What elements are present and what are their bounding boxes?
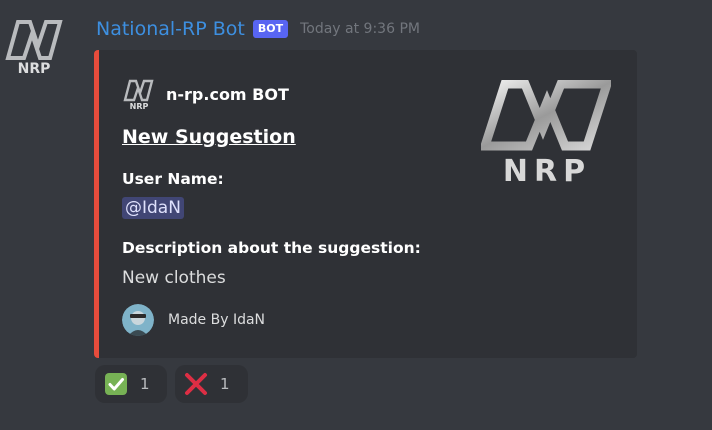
- reaction-cross-count: 1: [220, 375, 230, 393]
- suggestion-embed: NRP n-rp.com BOT NRP New Suggestion User…: [94, 50, 637, 358]
- avatar-logo-text: NRP: [18, 61, 51, 76]
- message-header: National-RP Bot BOT Today at 9:36 PM: [96, 16, 420, 42]
- footer-avatar-icon: [122, 304, 154, 336]
- embed-thumbnail[interactable]: NRP: [478, 79, 614, 189]
- nrp-logo-icon: NRP: [5, 20, 63, 76]
- field-user-name-value: @IdaN: [122, 197, 184, 219]
- embed-author-name[interactable]: n-rp.com BOT: [166, 85, 289, 104]
- embed-title[interactable]: New Suggestion: [122, 126, 296, 148]
- message-timestamp[interactable]: Today at 9:36 PM: [300, 21, 420, 37]
- cross-mark-icon: [185, 373, 207, 395]
- field-description-label: Description about the suggestion:: [122, 239, 421, 257]
- embed-footer: Made By IdaN: [122, 304, 265, 336]
- reaction-check[interactable]: 1: [95, 365, 167, 403]
- embed-author: NRP n-rp.com BOT: [122, 78, 289, 110]
- footer-text: Made By IdaN: [168, 312, 266, 328]
- white-check-mark-icon: [105, 373, 127, 395]
- embed-author-logo-icon: NRP: [123, 79, 154, 110]
- svg-text:NRP: NRP: [130, 102, 149, 110]
- nrp-thumbnail-logo-icon: NRP: [478, 79, 614, 189]
- thumbnail-logo-text: NRP: [503, 154, 591, 186]
- footer-avatar: [122, 304, 154, 336]
- bot-avatar[interactable]: NRP: [2, 16, 66, 76]
- field-user-name-label: User Name:: [122, 170, 224, 188]
- field-description-value: New clothes: [122, 268, 226, 288]
- reaction-cross[interactable]: 1: [175, 365, 248, 403]
- user-mention[interactable]: @IdaN: [122, 197, 184, 219]
- author-name[interactable]: National-RP Bot: [96, 18, 245, 40]
- bot-badge: BOT: [252, 20, 289, 38]
- reaction-check-count: 1: [140, 375, 150, 393]
